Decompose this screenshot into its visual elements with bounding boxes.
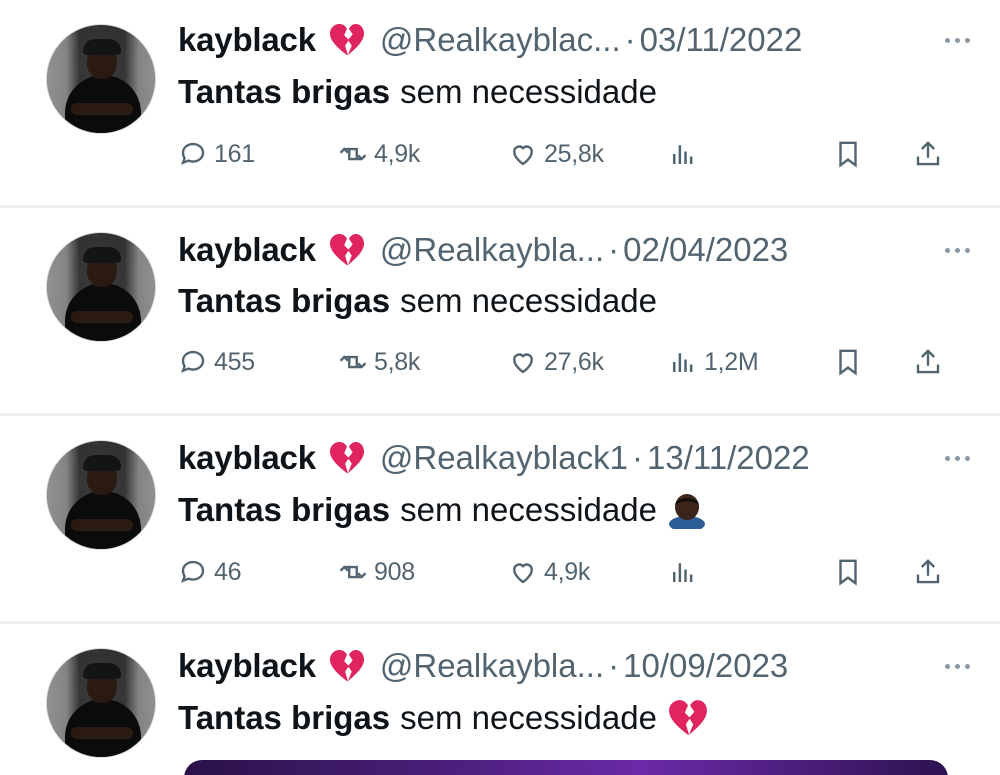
tweet-date[interactable]: 13/11/2022 bbox=[647, 439, 810, 477]
author-handle[interactable]: @Realkaybla... bbox=[380, 647, 604, 685]
avatar[interactable] bbox=[46, 648, 156, 758]
reply-icon bbox=[180, 350, 205, 373]
views-button[interactable] bbox=[668, 134, 704, 174]
reply-count: 161 bbox=[214, 139, 255, 168]
tweet-text-bold: Tantas brigas bbox=[178, 282, 391, 319]
bookmark-icon bbox=[839, 141, 857, 168]
author-name[interactable]: kayblack bbox=[178, 647, 316, 685]
separator-dot: · bbox=[608, 647, 620, 684]
tweet-text: Tantas brigas sem necessidade bbox=[178, 279, 657, 323]
tweet-date[interactable]: 10/09/2023 bbox=[623, 647, 788, 685]
retweet-button[interactable]: 5,8k bbox=[338, 342, 420, 382]
reply-button[interactable]: 161 bbox=[178, 134, 255, 174]
share-icon bbox=[916, 349, 940, 374]
author-name[interactable]: kayblack bbox=[178, 439, 316, 477]
views-button[interactable]: 1,2M bbox=[668, 342, 759, 382]
like-button[interactable]: 4,9k bbox=[508, 552, 590, 592]
more-icon[interactable] bbox=[945, 646, 970, 686]
tweet-date[interactable]: 02/04/2023 bbox=[623, 231, 788, 269]
tweet-actions: 161 4,9k 25,8k bbox=[178, 134, 958, 174]
like-icon bbox=[513, 563, 533, 584]
tweet-text-rest: sem necessidade bbox=[400, 491, 657, 528]
tweet-text-bold: Tantas brigas bbox=[178, 699, 391, 736]
bookmark-button[interactable] bbox=[833, 134, 869, 174]
separator-dot: · bbox=[624, 21, 636, 58]
like-count: 4,9k bbox=[544, 557, 591, 586]
views-icon bbox=[673, 353, 693, 372]
avatar[interactable] bbox=[46, 24, 156, 134]
tweet-actions: 455 5,8k 27,6k 1,2M bbox=[178, 342, 958, 382]
retweet-count: 908 bbox=[374, 557, 415, 586]
tweet-text-rest: sem necessidade bbox=[400, 282, 657, 319]
reply-count: 46 bbox=[214, 557, 242, 586]
bookmark-icon bbox=[839, 349, 857, 376]
retweet-icon bbox=[339, 147, 367, 161]
bookmark-button[interactable] bbox=[833, 552, 869, 592]
tweet-date[interactable]: 03/11/2022 bbox=[640, 21, 803, 59]
share-icon bbox=[916, 141, 940, 166]
more-icon[interactable] bbox=[945, 20, 970, 60]
more-icon[interactable] bbox=[945, 438, 970, 478]
separator-dot: · bbox=[631, 439, 643, 476]
tweet-text-bold: Tantas brigas bbox=[178, 491, 391, 528]
retweet-count: 5,8k bbox=[374, 347, 421, 376]
views-icon bbox=[673, 145, 693, 164]
author-handle[interactable]: @Realkayblack1 bbox=[380, 439, 628, 477]
like-icon bbox=[513, 353, 533, 374]
tweet-text: Tantas brigas sem necessidade bbox=[178, 696, 709, 740]
like-icon bbox=[513, 145, 533, 166]
share-button[interactable] bbox=[913, 134, 949, 174]
like-button[interactable]: 27,6k bbox=[508, 342, 604, 382]
like-count: 25,8k bbox=[544, 139, 604, 168]
tweet-text-rest: sem necessidade bbox=[400, 73, 657, 110]
broken-heart-icon bbox=[329, 649, 364, 682]
author-name[interactable]: kayblack bbox=[178, 231, 316, 269]
share-button[interactable] bbox=[913, 342, 949, 382]
views-button[interactable] bbox=[668, 552, 704, 592]
author-handle[interactable]: @Realkaybla... bbox=[380, 231, 604, 269]
broken-heart-icon bbox=[329, 23, 364, 56]
media-preview[interactable] bbox=[184, 760, 948, 775]
share-button[interactable] bbox=[913, 552, 949, 592]
more-icon[interactable] bbox=[945, 230, 970, 270]
reply-button[interactable]: 455 bbox=[178, 342, 255, 382]
tweet-2[interactable]: kayblack @Realkaybla... · 02/04/2023 Tan… bbox=[0, 208, 1000, 413]
author-name[interactable]: kayblack bbox=[178, 21, 316, 59]
retweet-button[interactable]: 908 bbox=[338, 552, 415, 592]
avatar[interactable] bbox=[46, 232, 156, 342]
separator-dot: · bbox=[608, 231, 620, 268]
retweet-button[interactable]: 4,9k bbox=[338, 134, 420, 174]
reply-count: 455 bbox=[214, 347, 255, 376]
views-count: 1,2M bbox=[704, 347, 759, 376]
reply-icon bbox=[180, 560, 205, 583]
tweet-text: Tantas brigas sem necessidade bbox=[178, 488, 707, 532]
like-button[interactable]: 25,8k bbox=[508, 134, 604, 174]
tweet-text-bold: Tantas brigas bbox=[178, 73, 391, 110]
retweet-icon bbox=[339, 355, 367, 369]
tweet-text-rest: sem necessidade bbox=[400, 699, 657, 736]
tweet-1[interactable]: kayblack @Realkayblac... · 03/11/2022 Ta… bbox=[0, 0, 1000, 205]
avatar[interactable] bbox=[46, 440, 156, 550]
like-count: 27,6k bbox=[544, 347, 604, 376]
share-icon bbox=[916, 559, 940, 584]
reply-icon bbox=[180, 142, 205, 165]
bookmark-icon bbox=[839, 559, 857, 586]
author-handle[interactable]: @Realkayblac... bbox=[380, 21, 621, 59]
bookmark-button[interactable] bbox=[833, 342, 869, 382]
retweet-count: 4,9k bbox=[374, 139, 421, 168]
broken-heart-icon bbox=[329, 441, 364, 474]
broken-heart-icon bbox=[329, 233, 364, 266]
views-icon bbox=[673, 563, 693, 582]
tweet-3[interactable]: kayblack @Realkayblack1 · 13/11/2022 Tan… bbox=[0, 416, 1000, 621]
tweet-actions: 46 908 4,9k bbox=[178, 552, 958, 592]
person-bowing-emoji-icon bbox=[668, 494, 705, 529]
broken-heart-emoji-icon bbox=[669, 700, 707, 735]
tweet-text: Tantas brigas sem necessidade bbox=[178, 70, 657, 114]
reply-button[interactable]: 46 bbox=[178, 552, 242, 592]
tweet-4[interactable]: kayblack @Realkaybla... · 10/09/2023 Tan… bbox=[0, 624, 1000, 775]
retweet-icon bbox=[339, 565, 367, 579]
